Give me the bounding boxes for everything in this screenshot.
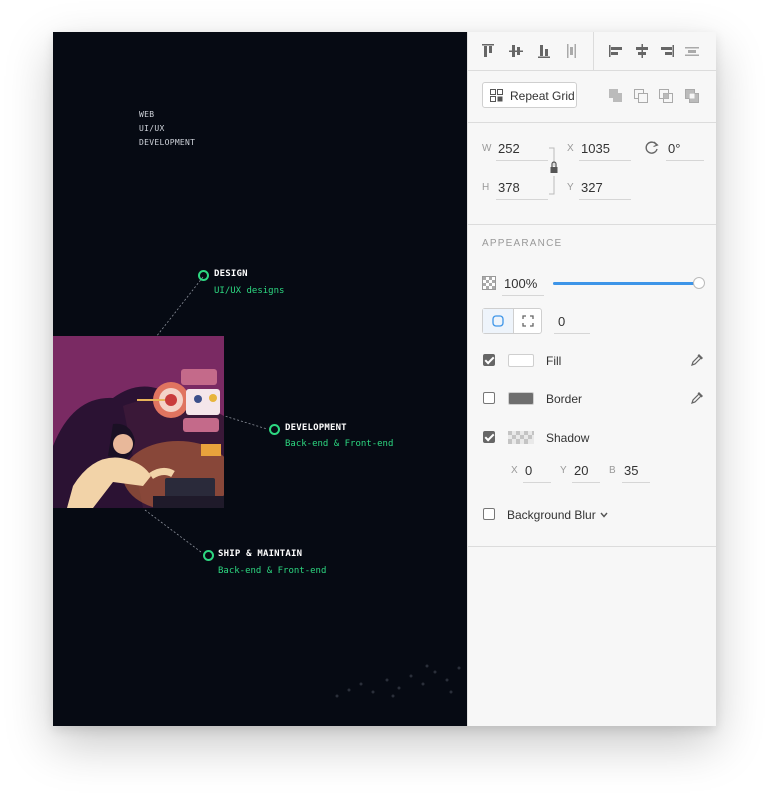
transform-section [468, 122, 716, 225]
nav-development: DEVELOPMENT [139, 138, 196, 147]
design-subtitle: UI/UX designs [214, 286, 285, 296]
opacity-slider[interactable] [553, 277, 705, 289]
y-underline [579, 199, 631, 200]
shadow-b-field[interactable]: 35 [624, 463, 638, 478]
opacity-field[interactable]: 100% [504, 276, 537, 291]
x-field[interactable]: 1035 [581, 141, 610, 156]
corner-mode-toggle[interactable] [482, 308, 542, 334]
shadow-checkbox[interactable] [483, 431, 495, 443]
fill-color-swatch[interactable] [508, 354, 534, 367]
shadow-x-label: X [511, 465, 518, 476]
chevron-down-icon[interactable] [599, 510, 609, 520]
width-underline [496, 160, 548, 161]
height-label: H [482, 182, 490, 193]
uniform-corner-icon [492, 315, 504, 327]
lock-aspect-icon[interactable] [547, 146, 561, 196]
y-field[interactable]: 327 [581, 180, 603, 195]
shadow-label: Shadow [546, 431, 590, 445]
appearance-heading: APPEARANCE [482, 238, 563, 249]
property-inspector: Repeat Grid W 252 H 378 X 1035 Y 327 0° … [467, 32, 716, 726]
width-label: W [482, 143, 492, 154]
border-eyedropper-icon[interactable] [690, 390, 705, 405]
shadow-b-underline [622, 482, 650, 483]
exclude-icon[interactable] [684, 88, 700, 104]
subtract-icon[interactable] [633, 88, 649, 104]
add-icon[interactable] [608, 88, 624, 104]
nav-uiux: UI/UX [139, 124, 165, 133]
shadow-y-label: Y [560, 465, 567, 476]
shadow-b-label: B [609, 465, 616, 476]
x-label: X [567, 143, 574, 154]
width-field[interactable]: 252 [498, 141, 520, 156]
intersect-icon[interactable] [658, 88, 674, 104]
ship-subtitle: Back-end & Front-end [218, 566, 327, 576]
repeat-grid-label: Repeat Grid [510, 89, 575, 103]
development-subtitle: Back-end & Front-end [285, 439, 394, 449]
developer-illustration[interactable] [53, 336, 224, 508]
uniform-corner-button[interactable] [483, 309, 514, 333]
height-field[interactable]: 378 [498, 180, 520, 195]
corner-radius-field[interactable]: 0 [558, 314, 565, 329]
shadow-y-field[interactable]: 20 [574, 463, 588, 478]
border-label: Border [546, 392, 583, 406]
y-label: Y [567, 182, 574, 193]
shadow-x-underline [523, 482, 551, 483]
development-title: DEVELOPMENT [285, 423, 347, 433]
nav-web: WEB [139, 110, 155, 119]
height-underline [496, 199, 548, 200]
fill-eyedropper-icon[interactable] [690, 352, 705, 367]
rotation-field[interactable]: 0° [668, 141, 680, 156]
opacity-icon [482, 276, 496, 290]
opacity-slider-fill [553, 282, 699, 285]
individual-corners-icon[interactable] [522, 315, 534, 327]
shadow-color-swatch[interactable] [508, 431, 534, 444]
design-title: DESIGN [214, 269, 248, 279]
appearance-section [468, 224, 716, 547]
shadow-y-underline [572, 482, 600, 483]
artboard-canvas[interactable]: WEB UI/UX DEVELOPMENT DESIGN UI/UX desig… [53, 32, 467, 726]
rotate-icon [645, 141, 659, 154]
border-color-swatch[interactable] [508, 392, 534, 405]
corner-radius-underline [554, 333, 590, 334]
fill-label: Fill [546, 354, 562, 368]
shadow-x-field[interactable]: 0 [525, 463, 532, 478]
x-underline [579, 160, 631, 161]
repeat-grid-divider [468, 32, 716, 123]
opacity-underline [502, 295, 544, 296]
rotation-underline [666, 160, 704, 161]
background-blur-label[interactable]: Background Blur [507, 508, 596, 522]
repeat-grid-icon [490, 89, 503, 102]
border-checkbox[interactable] [483, 392, 495, 404]
ship-title: SHIP & MAINTAIN [218, 549, 303, 559]
opacity-slider-thumb[interactable] [693, 277, 705, 289]
development-node-dot [269, 424, 280, 435]
ship-node-dot [203, 550, 214, 561]
fill-checkbox[interactable] [483, 354, 495, 366]
background-blur-checkbox[interactable] [483, 508, 495, 520]
design-node-dot [198, 270, 209, 281]
repeat-grid-button[interactable]: Repeat Grid [482, 82, 577, 108]
